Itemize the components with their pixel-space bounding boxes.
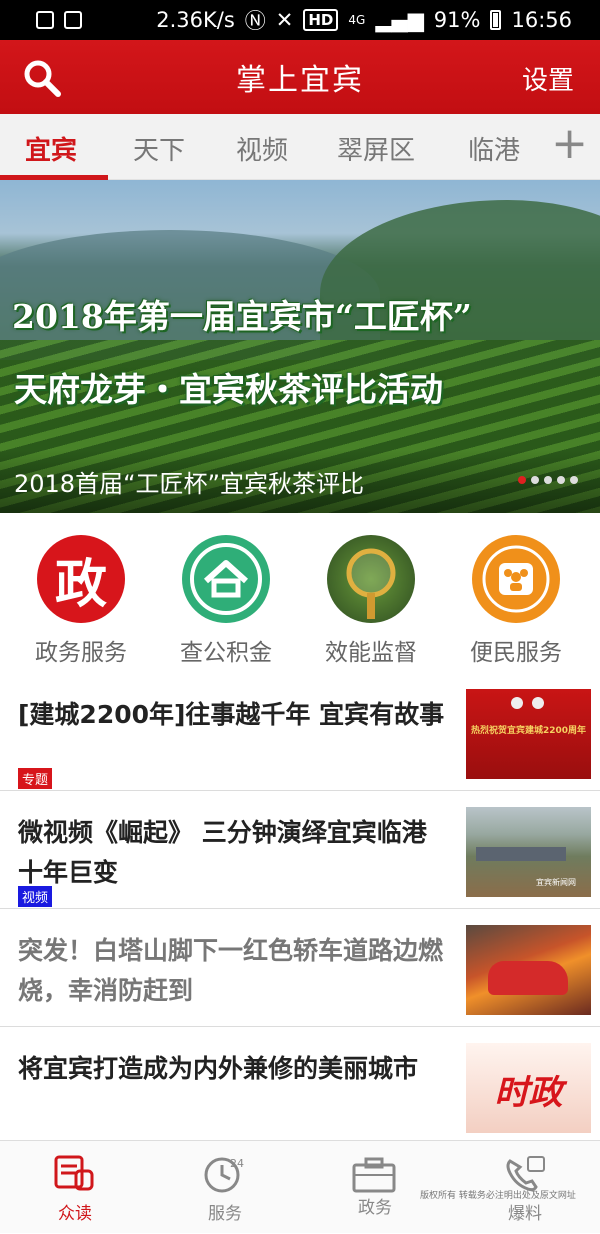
carousel-dot[interactable] — [544, 476, 552, 484]
list-item[interactable]: 将宜宾打造成为内外兼修的美丽城市 时政 — [0, 1027, 600, 1145]
tab-lingang[interactable]: 临港 — [468, 130, 520, 167]
banner-headline-line2: 天府龙芽・宜宾秋茶评比活动 — [14, 370, 443, 409]
service-grid: 政 政务服务 查公积金 效能监督 便民服务 — [0, 513, 600, 673]
briefcase-icon — [352, 1157, 396, 1193]
zheng-icon: 政 — [37, 535, 125, 623]
hd-badge: HD — [303, 9, 339, 31]
carousel-dot[interactable] — [518, 476, 526, 484]
news-thumbnail: 热烈祝贺宜宾建城2200周年 — [466, 689, 591, 779]
list-item[interactable]: 突发！白塔山脚下一红色轿车道路边燃烧，幸消防赶到 — [0, 909, 600, 1027]
clock-24-icon: 24 — [204, 1157, 244, 1193]
house-icon — [182, 535, 270, 623]
tab-video[interactable]: 视频 — [236, 130, 288, 167]
battery-icon — [490, 10, 502, 30]
news-tag-topic: 专题 — [18, 768, 53, 789]
bottom-navigation: 众读 24 服务 政务 爆料 — [0, 1140, 600, 1233]
service-government[interactable]: 政 政务服务 — [2, 513, 147, 673]
news-thumbnail: 时政 — [466, 1043, 591, 1133]
service-convenience[interactable]: 便民服务 — [437, 513, 582, 673]
thumbnail-text: 宜宾新闻网 — [536, 878, 576, 887]
settings-button[interactable]: 设置 — [522, 60, 574, 97]
emblem-icon — [532, 697, 544, 709]
nav-label: 服务 — [208, 1204, 242, 1224]
burning-car — [488, 961, 568, 995]
magnifier-icon — [327, 535, 415, 623]
add-channel-icon[interactable]: + — [551, 122, 588, 166]
mute-icon: ✕ — [275, 8, 294, 32]
news-title: 微视频《崛起》 三分钟演绎宜宾临港十年巨变 — [18, 818, 427, 887]
tab-yibin[interactable]: 宜宾 — [25, 130, 77, 167]
channel-tabs: 宜宾 天下 视频 翠屏区 临港 + — [0, 114, 600, 180]
service-provident-fund[interactable]: 查公积金 — [147, 513, 292, 673]
service-label: 效能监督 — [325, 640, 417, 666]
nfc-icon: Ⓝ — [244, 9, 266, 33]
copyright-watermark: 版权所有 转载务必注明出处及原文网址 — [420, 1191, 576, 1201]
service-label: 便民服务 — [470, 640, 562, 666]
list-item[interactable]: [建城2200年]往事越千年 宜宾有故事 专题 热烈祝贺宜宾建城2200周年 — [0, 673, 600, 791]
nav-reader[interactable]: 众读 — [0, 1141, 150, 1234]
nav-service[interactable]: 24 服务 — [150, 1141, 300, 1234]
banner-caption: 2018首届“工匠杯”宜宾秋茶评比 — [14, 470, 364, 498]
news-title: 突发！白塔山脚下一红色轿车道路边燃烧，幸消防赶到 — [18, 936, 444, 1005]
svg-text:24: 24 — [230, 1157, 244, 1170]
service-supervision[interactable]: 效能监督 — [292, 513, 437, 673]
carousel-dot[interactable] — [531, 476, 539, 484]
thumbnail-text: 时政 — [494, 1073, 563, 1113]
tab-cuiping[interactable]: 翠屏区 — [337, 130, 415, 167]
reader-icon — [54, 1155, 94, 1191]
network-type: 4G — [348, 13, 366, 27]
news-thumbnail: 宜宾新闻网 — [466, 807, 591, 897]
search-icon[interactable] — [22, 58, 62, 98]
news-thumbnail — [466, 925, 591, 1015]
news-title: 将宜宾打造成为内外兼修的美丽城市 — [18, 1054, 419, 1083]
news-tag-video: 视频 — [18, 886, 53, 907]
people-icon — [472, 535, 560, 623]
list-item[interactable]: 微视频《崛起》 三分钟演绎宜宾临港十年巨变 视频 宜宾新闻网 — [0, 791, 600, 909]
notification-icon — [36, 11, 54, 29]
nav-label: 众读 — [58, 1204, 92, 1224]
status-bar: 2.36K/s Ⓝ ✕ HD 4G ▂▄▆ 91% 16:56 — [0, 0, 600, 40]
service-label: 政务服务 — [35, 640, 127, 666]
app-title: 掌上宜宾 — [236, 63, 364, 98]
battery-percent: 91% — [433, 8, 481, 32]
banner-headline-line1: 2018年第一届宜宾市“工匠杯” — [12, 297, 472, 336]
news-title: [建城2200年]往事越千年 宜宾有故事 — [18, 700, 445, 729]
checkbox-notification-icon — [64, 11, 82, 29]
thumbnail-text: 热烈祝贺宜宾建城2200周年 — [470, 726, 587, 736]
carousel-dot[interactable] — [557, 476, 565, 484]
banner-carousel[interactable]: 2018年第一届宜宾市“工匠杯” 天府龙芽・宜宾秋茶评比活动 2018首届“工匠… — [0, 180, 600, 513]
service-label: 查公积金 — [180, 640, 272, 666]
port-cranes — [476, 847, 566, 861]
clock: 16:56 — [511, 8, 572, 32]
network-speed: 2.36K/s — [156, 8, 235, 32]
carousel-indicator — [518, 476, 578, 484]
news-list: [建城2200年]往事越千年 宜宾有故事 专题 热烈祝贺宜宾建城2200周年 微… — [0, 673, 600, 1145]
tab-tianxia[interactable]: 天下 — [133, 130, 185, 167]
emblem-icon — [511, 697, 523, 709]
app-header: 掌上宜宾 设置 — [0, 40, 600, 114]
carousel-dot[interactable] — [570, 476, 578, 484]
nav-label: 爆料 — [508, 1204, 542, 1224]
signal-icon: ▂▄▆ — [375, 8, 424, 32]
